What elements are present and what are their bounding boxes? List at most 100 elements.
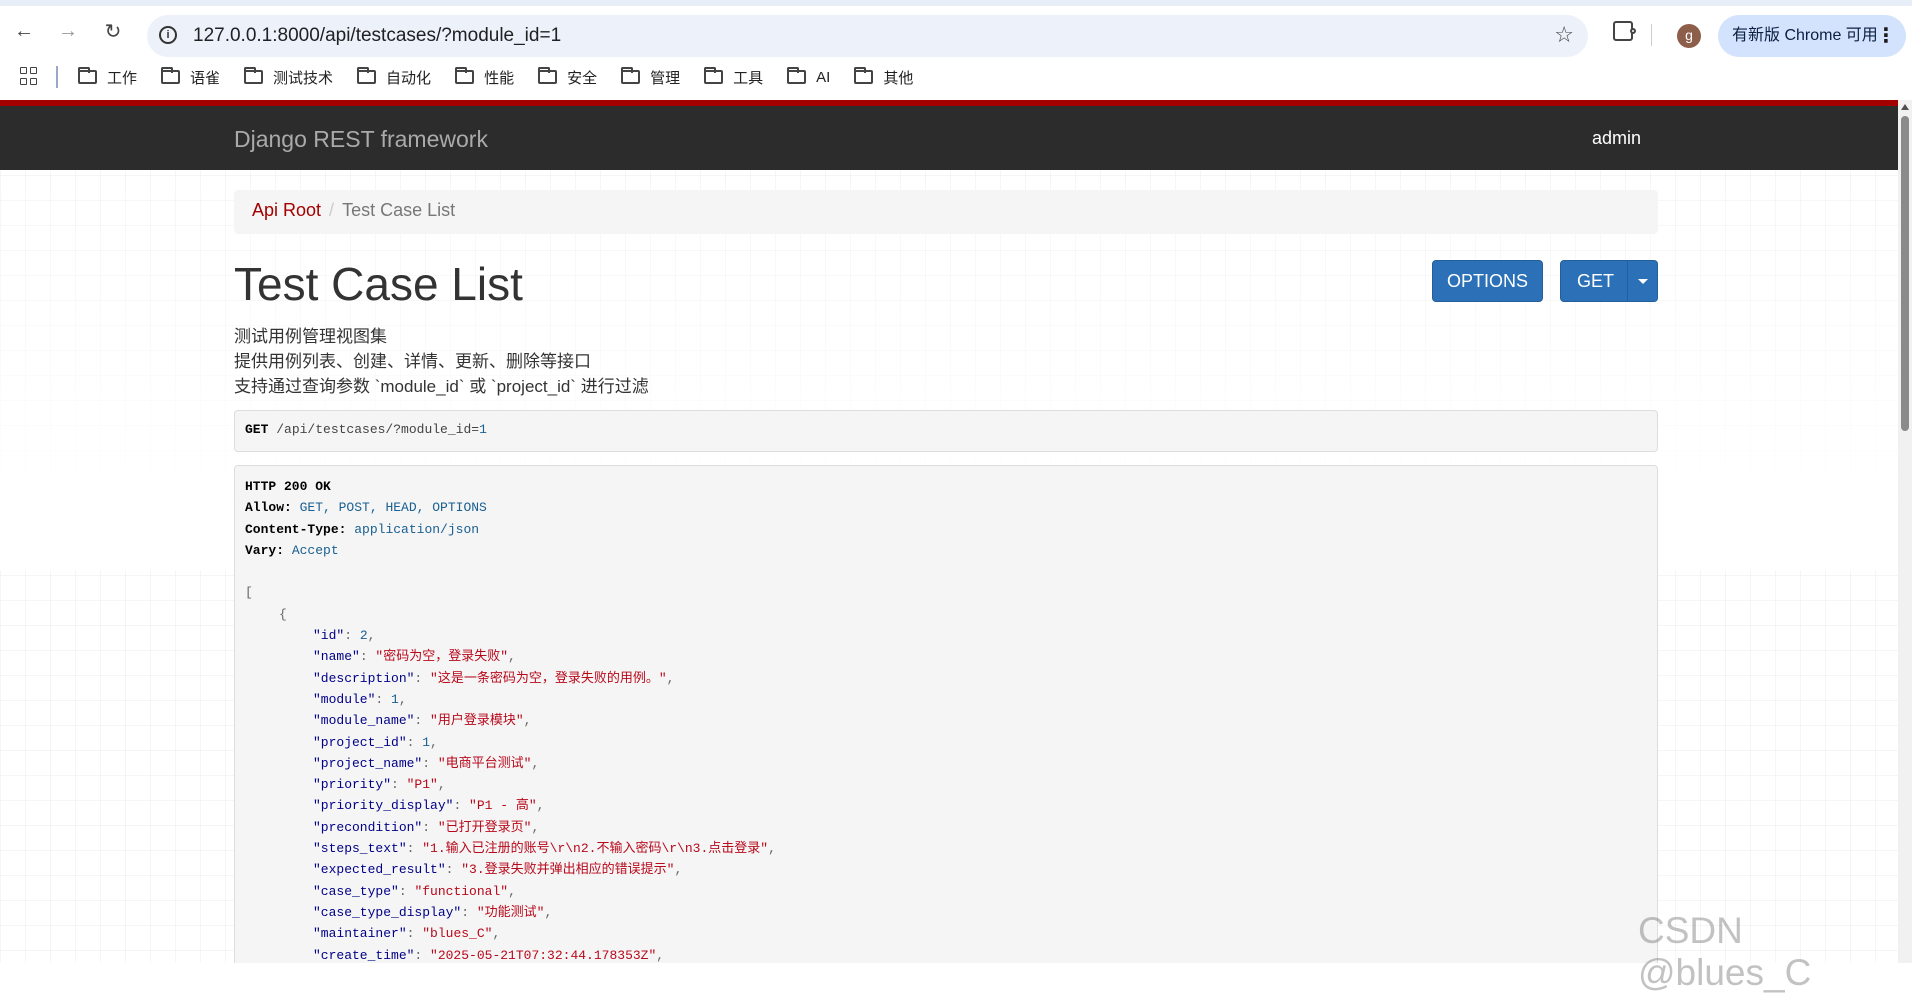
bookmark-folder[interactable]: 语雀 [161,64,220,90]
json-value: "P1" [406,777,438,793]
response-header: Content-Type: application/json [245,521,480,537]
bookmark-label: 工具 [733,69,764,87]
bookmark-label: 测试技术 [273,69,334,87]
json-field-line: "expected_result": "3.登录失败并弹出相应的错误提示", [313,862,683,878]
view-description: 测试用例管理视图集 提供用例列表、创建、详情、更新、删除等接口 支持通过查询参数… [234,324,649,399]
json-key: "precondition" [313,819,423,835]
bookmarks-bar: 工作 语雀 测试技术 自动化 性能 安全 管理 工具 AI 其他 [0,58,1912,100]
bookmark-folder[interactable]: 管理 [621,64,680,90]
forward-arrow-icon[interactable]: → [56,19,80,43]
more-menu-icon[interactable]: ⋮ [1876,15,1896,57]
json-value: "functional" [414,883,509,899]
request-info: GET /api/testcases/?module_id=1 [234,410,1658,452]
bookmark-folder[interactable]: AI [787,64,830,90]
json-field-line: "steps_text": "1.输入已注册的账号\r\n2.不输入密码\r\n… [313,841,776,857]
chevron-down-icon[interactable] [1638,279,1648,284]
bookmark-folder[interactable]: 安全 [538,64,597,90]
json-value: "2025-05-21T07:32:44.178353Z" [430,947,657,963]
extensions-puzzle-icon[interactable] [1613,21,1636,41]
json-field-line: "module_name": "用户登录模块", [313,713,532,729]
json-field-line: "create_time": "2025-05-21T07:32:44.1783… [313,947,665,963]
header-key: Content-Type [245,521,339,537]
folder-icon [538,67,558,84]
bookmark-label: 安全 [567,69,598,87]
folder-icon [161,67,181,84]
json-field-line: "module": 1, [313,691,407,707]
json-value: "密码为空，登录失败" [375,649,509,665]
json-field-line: "name": "密码为空，登录失败", [313,649,516,665]
breadcrumb-current: Test Case List [342,200,456,220]
header-key: Allow [245,500,285,516]
bookmark-label: 工作 [107,69,138,87]
site-info-icon[interactable]: i [159,26,177,44]
json-key: "expected_result" [313,862,446,878]
json-value: "电商平台测试" [437,755,532,771]
header-value: GET, POST, HEAD, OPTIONS [299,500,487,516]
page-content: Django REST framework admin Api Root / Tes… [0,100,1898,963]
get-button-label: GET [1577,271,1615,291]
folder-icon [455,67,475,84]
request-method: GET [245,422,269,437]
bookmark-folder[interactable]: 性能 [455,64,514,90]
bookmark-folder[interactable]: 测试技术 [244,64,333,90]
bookmark-label: 自动化 [386,69,432,87]
bookmark-folder[interactable]: 工作 [78,64,137,90]
json-value: "这是一条密码为空，登录失败的用例。" [430,670,667,686]
json-value: "blues_C" [422,926,493,942]
json-field-line: "description": "这是一条密码为空，登录失败的用例。", [313,670,675,686]
bookmark-folder[interactable]: 其他 [854,64,913,90]
header-key: Vary [245,542,277,558]
chrome-update-button[interactable]: 有新版 Chrome 可用 ⋮ [1718,15,1906,57]
get-button[interactable]: GET [1560,260,1658,302]
json-key: "priority" [313,777,392,793]
json-key: "id" [313,628,345,644]
response-info: HTTP 200 OK Allow: GET, POST, HEAD, OPTI… [234,465,1658,963]
scrollbar-thumb[interactable] [1901,116,1909,431]
description-line: 支持通过查询参数 `module_id` 或 `project_id` 进行过滤 [234,377,649,396]
reload-icon[interactable]: ↻ [101,19,125,43]
bookmark-label: 管理 [650,69,681,87]
header-value: Accept [291,542,339,558]
json-value: "已打开登录页" [437,819,532,835]
json-value: "功能测试" [476,904,545,920]
json-key: "module_name" [313,713,415,729]
request-query-value: 1 [479,422,487,437]
json-key: "module" [313,691,376,707]
json-field-line: "priority_display": "P1 - 高", [313,798,545,814]
url-text[interactable]: 127.0.0.1:8000/api/testcases/?module_id=… [193,25,561,47]
folder-icon [854,67,874,84]
breadcrumb: Api Root / Test Case List [234,190,1658,234]
json-field-line: "precondition": "已打开登录页", [313,819,540,835]
json-value: 1 [391,691,399,707]
json-fields: "id": 2, "name": "密码为空，登录失败", "description… [245,625,1647,963]
bookmark-label: 语雀 [190,69,221,87]
bookmark-folder[interactable]: 自动化 [357,64,431,90]
breadcrumb-api-root[interactable]: Api Root [252,200,321,220]
folder-icon [621,67,641,84]
options-button[interactable]: OPTIONS [1432,260,1543,302]
json-field-line: "priority": "P1", [313,777,446,793]
user-menu[interactable]: admin [1592,128,1641,149]
bookmark-folder-list: 工作 语雀 测试技术 自动化 性能 安全 管理 工具 AI 其他 [78,64,937,90]
page-scrollbar[interactable] [1898,100,1912,963]
json-open-bracket: [ [245,585,253,601]
brand-link[interactable]: Django REST framework [234,126,488,153]
back-arrow-icon[interactable]: ← [12,19,36,43]
json-key: "steps_text" [313,841,407,857]
json-key: "case_type_display" [313,904,462,920]
bookmark-folder[interactable]: 工具 [704,64,763,90]
json-value: "3.登录失败并弹出相应的错误提示" [461,862,675,878]
address-bar[interactable]: i 127.0.0.1:8000/api/testcases/?module_i… [147,15,1588,57]
breadcrumb-divider: / [329,200,335,220]
scroll-up-icon[interactable] [1901,104,1909,110]
description-line: 测试用例管理视图集 [234,327,387,346]
folder-icon [78,67,97,84]
json-field-line: "id": 2, [313,628,376,644]
page-title: Test Case List [234,258,523,310]
json-key: "case_type" [313,883,399,899]
apps-grid-icon[interactable] [20,67,38,85]
browser-toolbar: ← → ↻ i 127.0.0.1:8000/api/testcases/?mo… [0,0,1912,58]
profile-avatar[interactable]: g [1677,24,1701,48]
folder-icon [787,67,807,84]
bookmark-star-icon[interactable]: ☆ [1554,22,1574,48]
